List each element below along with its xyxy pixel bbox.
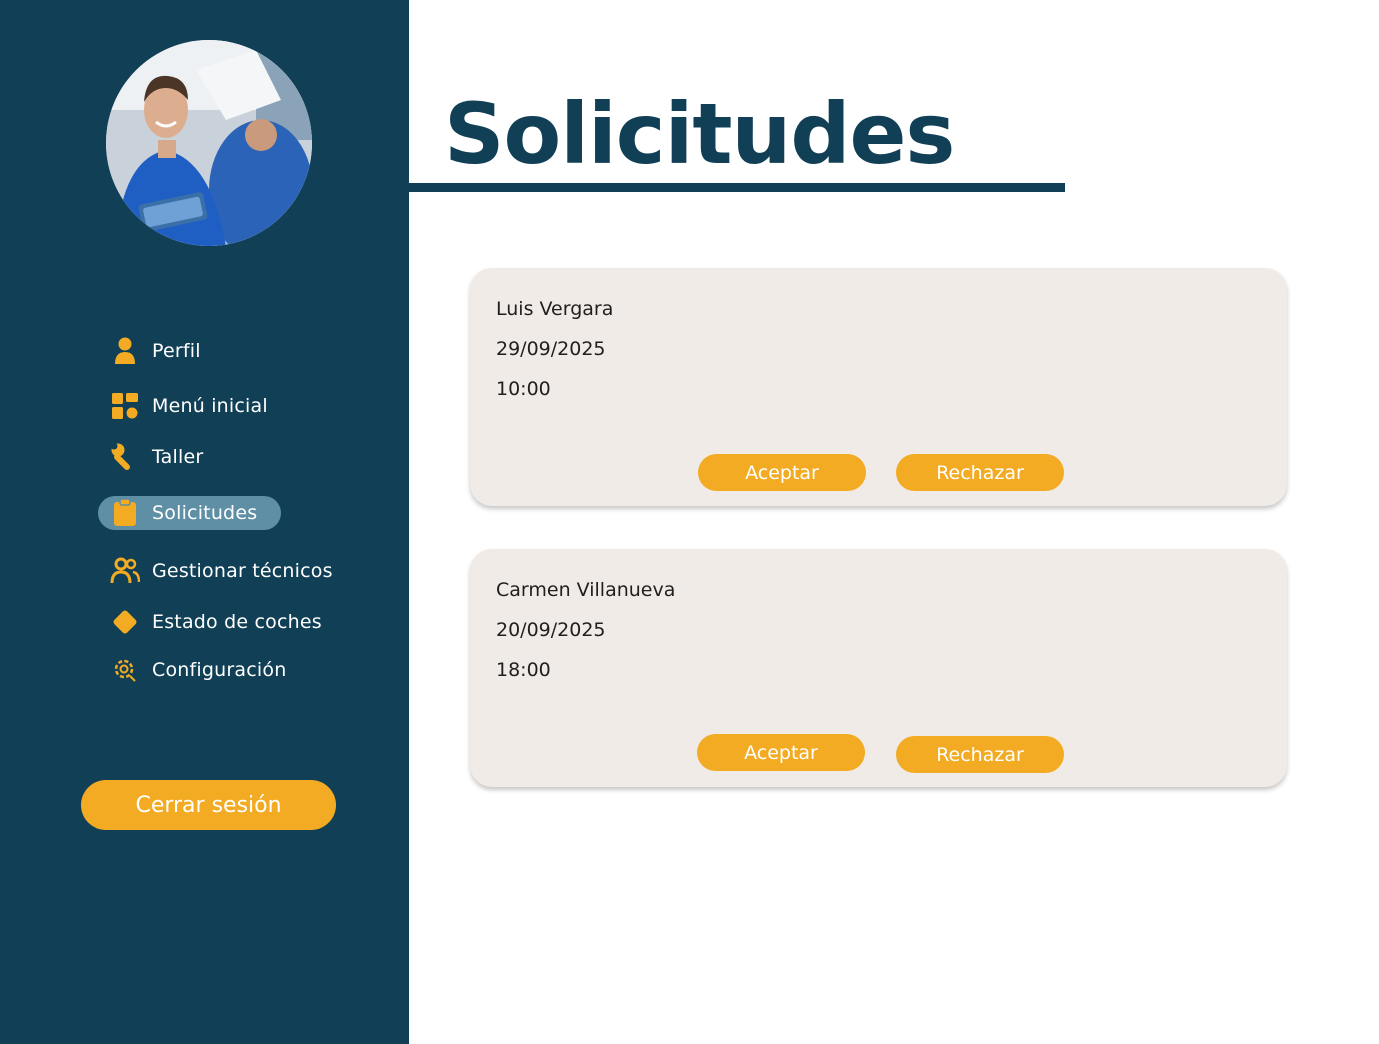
sidebar-item-label: Configuración [152, 659, 287, 681]
sidebar-item-label: Gestionar técnicos [152, 560, 333, 582]
request-date: 20/09/2025 [496, 619, 606, 641]
diamond-icon [110, 607, 140, 637]
sidebar-item-taller[interactable]: Taller [98, 440, 203, 474]
request-name: Carmen Villanueva [496, 579, 676, 601]
gear-icon [110, 655, 140, 685]
sidebar-item-menu-inicial[interactable]: Menú inicial [98, 389, 268, 423]
request-date: 29/09/2025 [496, 338, 606, 360]
accept-button[interactable]: Aceptar [698, 454, 866, 491]
request-time: 18:00 [496, 659, 551, 681]
grid-icon [110, 391, 140, 421]
request-card: Luis Vergara 29/09/2025 10:00 Aceptar Re… [470, 268, 1287, 506]
sidebar-item-perfil[interactable]: Perfil [98, 334, 201, 368]
profile-avatar[interactable] [106, 40, 312, 246]
clipboard-icon [110, 498, 140, 528]
logout-button[interactable]: Cerrar sesión [81, 780, 336, 830]
sidebar-item-solicitudes[interactable]: Solicitudes [98, 496, 281, 530]
sidebar: Perfil Menú inicial Taller Solicitudes G… [0, 0, 409, 1044]
wrench-icon [110, 442, 140, 472]
sidebar-item-gestionar-tecnicos[interactable]: Gestionar técnicos [98, 554, 333, 588]
sidebar-item-label: Taller [152, 446, 204, 468]
users-icon [110, 556, 140, 586]
user-icon [110, 336, 140, 366]
title-underline [409, 183, 1065, 192]
sidebar-item-label: Estado de coches [152, 611, 322, 633]
sidebar-item-estado-de-coches[interactable]: Estado de coches [98, 605, 322, 639]
request-card: Carmen Villanueva 20/09/2025 18:00 Acept… [470, 549, 1287, 787]
page-title: Solicitudes [444, 85, 955, 183]
mechanic-photo [106, 40, 312, 246]
request-name: Luis Vergara [496, 298, 614, 320]
sidebar-item-label: Menú inicial [152, 395, 268, 417]
sidebar-item-configuracion[interactable]: Configuración [98, 653, 286, 687]
sidebar-item-label: Perfil [152, 340, 201, 362]
reject-button[interactable]: Rechazar [896, 454, 1064, 491]
sidebar-item-label: Solicitudes [152, 502, 258, 524]
reject-button[interactable]: Rechazar [896, 736, 1064, 773]
accept-button[interactable]: Aceptar [697, 734, 865, 771]
request-time: 10:00 [496, 378, 551, 400]
